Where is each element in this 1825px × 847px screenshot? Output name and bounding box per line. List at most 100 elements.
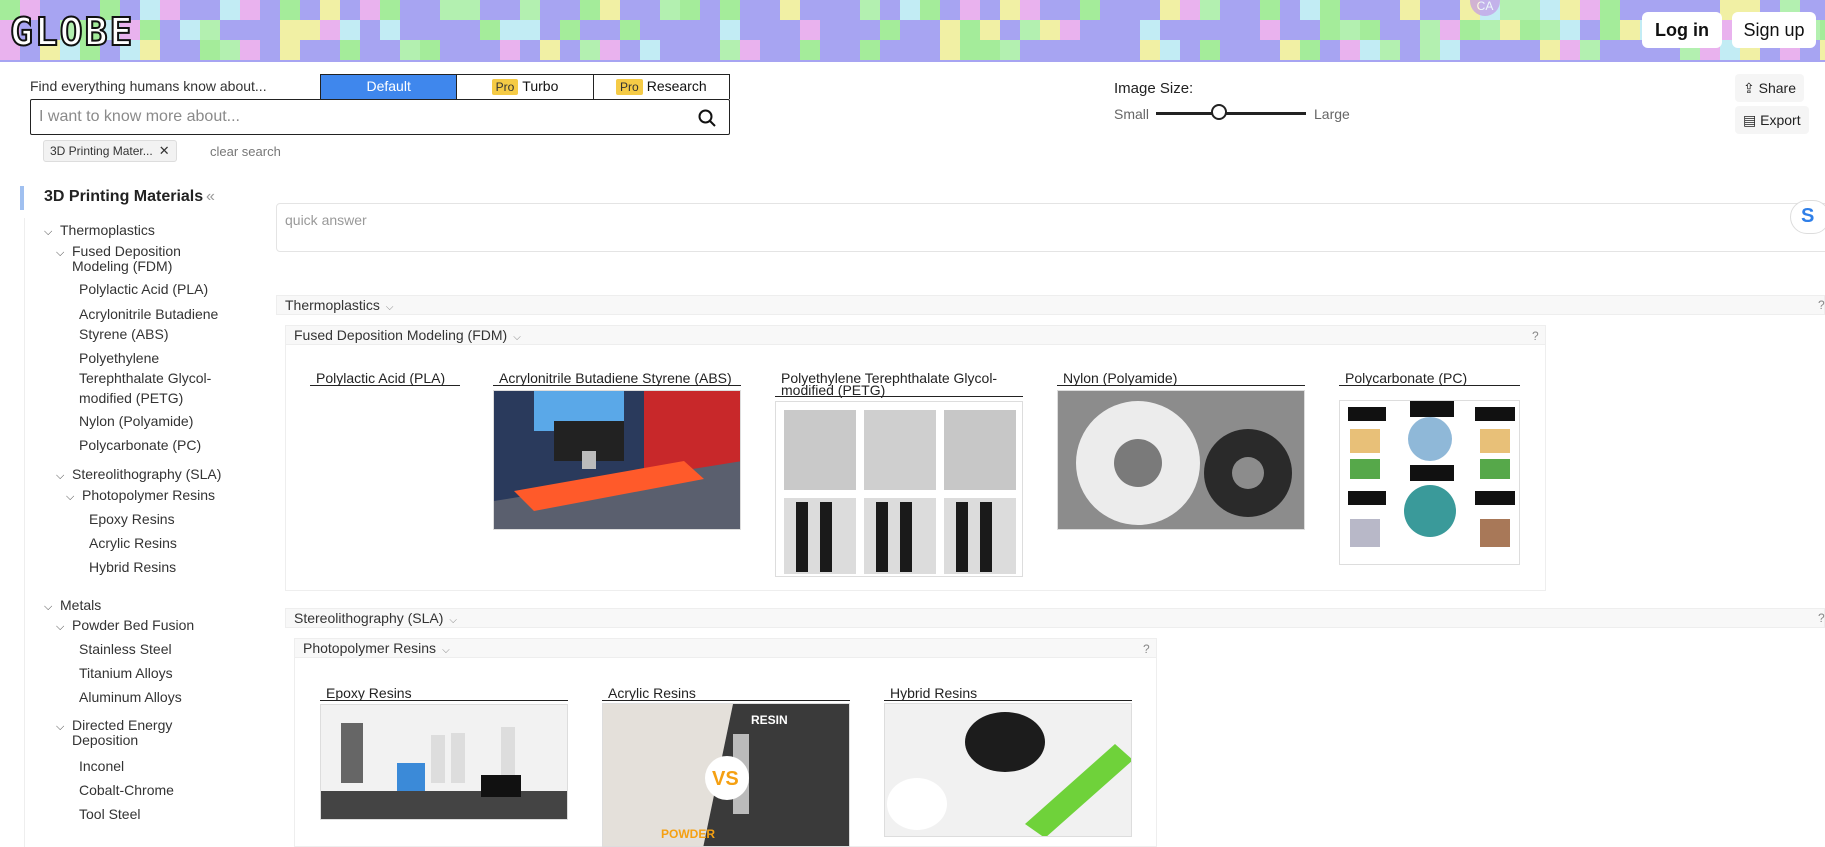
section-header-thermoplastics[interactable]: Thermoplastics ⌵ <box>276 295 1825 315</box>
share-button[interactable]: ⇪ Share <box>1735 74 1804 102</box>
section-header-sla[interactable]: Stereolithography (SLA) ⌵ <box>285 608 1825 628</box>
section-title: Fused Deposition Modeling (FDM) <box>294 327 508 343</box>
pixel-tile <box>260 0 280 20</box>
tree-leaf-inconel[interactable]: Inconel <box>79 757 124 776</box>
tree-leaf-cobalt[interactable]: Cobalt-Chrome <box>79 781 174 800</box>
image-size-slider-handle[interactable] <box>1211 104 1227 120</box>
chevron-down-icon[interactable]: ⌵ <box>66 488 78 507</box>
export-button[interactable]: ▤ Export <box>1735 106 1809 134</box>
tree-node-fdm[interactable]: ⌵ Fused Deposition Modeling (FDM) <box>56 244 216 276</box>
tree-leaf-aluminum[interactable]: Aluminum Alloys <box>79 688 182 707</box>
card-title-nylon[interactable]: Nylon (Polyamide) <box>1057 371 1305 386</box>
pixel-tile <box>380 0 400 20</box>
tree-node-metals[interactable]: ⌵ Metals <box>44 596 101 617</box>
tree-leaf-nylon[interactable]: Nylon (Polyamide) <box>79 412 193 431</box>
pixel-tile <box>580 40 600 60</box>
epoxy-resin-image[interactable] <box>320 704 568 820</box>
card-title-petg[interactable]: Polyethylene Terephthalate Glycol-modifi… <box>775 371 1023 397</box>
tree-leaf-hybrid[interactable]: Hybrid Resins <box>89 558 176 577</box>
chevron-down-icon[interactable]: ⌵ <box>56 467 68 486</box>
search-tag[interactable]: 3D Printing Mater... ✕ <box>43 140 177 162</box>
pixel-tile <box>480 20 500 40</box>
pixel-tile <box>340 0 360 20</box>
login-button[interactable]: Log in <box>1642 12 1722 48</box>
tree-node-thermoplastics[interactable]: ⌵ Thermoplastics <box>44 221 155 242</box>
chevron-down-icon[interactable]: ⌵ <box>56 618 68 637</box>
clear-search-link[interactable]: clear search <box>210 144 281 159</box>
quick-answer-box[interactable]: quick answer <box>276 203 1825 252</box>
pixel-tile <box>400 40 420 60</box>
image-size-slider[interactable] <box>1156 112 1306 115</box>
tree-leaf-pla[interactable]: Polylactic Acid (PLA) <box>79 280 208 299</box>
pixel-tile <box>980 0 1000 20</box>
chevron-down-icon[interactable]: ⌵ <box>442 645 450 656</box>
card-title-pla[interactable]: Polylactic Acid (PLA) <box>310 371 460 386</box>
globe-logo[interactable]: GLOBE <box>9 11 134 53</box>
chevron-down-icon[interactable]: ⌵ <box>513 332 521 343</box>
pixel-tile <box>1240 0 1260 20</box>
help-icon[interactable]: ? <box>1143 642 1150 656</box>
tree-node-photopolymer[interactable]: ⌵ Photopolymer Resins <box>66 486 215 507</box>
nylon-spool-image[interactable] <box>1057 390 1305 530</box>
help-icon[interactable]: ? <box>1818 611 1825 625</box>
tree-node-sla[interactable]: ⌵ Stereolithography (SLA) <box>56 465 221 486</box>
chevron-down-icon[interactable]: ⌵ <box>386 302 394 313</box>
chevron-down-icon[interactable]: ⌵ <box>56 718 68 737</box>
pixel-tile <box>760 40 780 60</box>
chevron-down-icon[interactable]: ⌵ <box>44 223 56 242</box>
chevron-down-icon[interactable]: ⌵ <box>449 615 457 626</box>
pixel-tile <box>1080 40 1100 60</box>
card-title-acrylic[interactable]: Acrylic Resins <box>602 686 850 701</box>
pixel-tile <box>760 20 780 40</box>
card-title-hybrid[interactable]: Hybrid Resins <box>884 686 1132 701</box>
help-icon[interactable]: ? <box>1532 329 1539 343</box>
section-header-photopolymer[interactable]: Photopolymer Resins ⌵ <box>294 638 1157 658</box>
pixel-tile <box>300 20 320 40</box>
pixel-tile <box>700 20 720 40</box>
pixel-tile <box>840 40 860 60</box>
tree-leaf-acrylic[interactable]: Acrylic Resins <box>89 534 177 553</box>
tab-research[interactable]: Pro Research <box>594 75 729 99</box>
card-title-abs[interactable]: Acrylonitrile Butadiene Styrene (ABS) <box>493 371 741 386</box>
pixel-tile <box>1200 20 1220 40</box>
tree-leaf-pc[interactable]: Polycarbonate (PC) <box>79 436 201 455</box>
card-title-pc[interactable]: Polycarbonate (PC) <box>1339 371 1520 386</box>
tab-default[interactable]: Default <box>321 75 458 99</box>
pixel-tile <box>540 40 560 60</box>
pixel-tile <box>360 40 380 60</box>
collapse-sidebar-icon[interactable]: « <box>206 188 215 206</box>
tree-leaf-stainless[interactable]: Stainless Steel <box>79 640 172 659</box>
tree-leaf-epoxy[interactable]: Epoxy Resins <box>89 510 175 529</box>
pixel-tile <box>420 20 440 40</box>
search-icon[interactable] <box>697 108 717 128</box>
search-input[interactable] <box>39 106 679 128</box>
tree-leaf-abs[interactable]: Acrylonitrile Butadiene Styrene (ABS) <box>79 304 219 344</box>
pixel-tile <box>1320 40 1340 60</box>
acrylic-resin-vs-powder-image[interactable]: RESIN VS POWDER <box>602 703 850 847</box>
petg-specimen-image[interactable] <box>775 401 1023 577</box>
card-title-epoxy[interactable]: Epoxy Resins <box>320 686 568 701</box>
close-icon[interactable]: ✕ <box>159 143 170 158</box>
tree-leaf-petg[interactable]: Polyethylene Terephthalate Glycol-modifi… <box>79 348 219 408</box>
assistant-icon[interactable]: S <box>1790 200 1825 234</box>
tree-node-ded[interactable]: ⌵ Directed Energy Deposition <box>56 718 216 750</box>
tree-leaf-tool-steel[interactable]: Tool Steel <box>79 805 140 824</box>
pixel-tile <box>1100 40 1120 60</box>
signup-button[interactable]: Sign up <box>1732 12 1816 48</box>
tab-turbo[interactable]: Pro Turbo <box>457 75 594 99</box>
help-icon[interactable]: ? <box>1818 298 1825 312</box>
pixel-tile <box>1020 20 1040 40</box>
tree-node-powder-bed[interactable]: ⌵ Powder Bed Fusion <box>56 616 194 637</box>
chevron-down-icon[interactable]: ⌵ <box>56 244 68 263</box>
export-label: Export <box>1760 112 1801 128</box>
pixel-tile <box>1220 20 1240 40</box>
pixel-tile <box>840 20 860 40</box>
abs-printer-image[interactable] <box>493 390 741 530</box>
hybrid-resin-image[interactable] <box>884 703 1132 837</box>
tree-leaf-titanium[interactable]: Titanium Alloys <box>79 664 173 683</box>
pc-diagram-image[interactable] <box>1339 400 1520 565</box>
section-header-fdm[interactable]: Fused Deposition Modeling (FDM) ⌵ <box>285 325 1546 345</box>
pixel-tile <box>1140 40 1160 60</box>
pixel-tile <box>1000 0 1020 20</box>
chevron-down-icon[interactable]: ⌵ <box>44 598 56 617</box>
